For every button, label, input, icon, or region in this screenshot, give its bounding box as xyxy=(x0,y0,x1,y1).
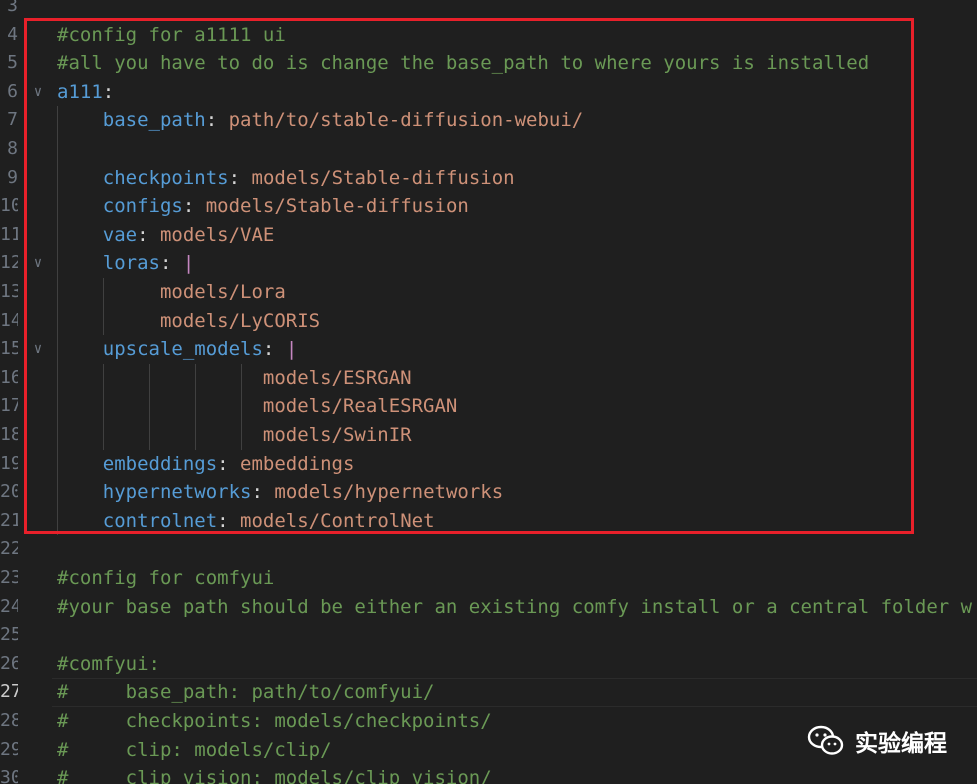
code-token: #your base path should be either an exis… xyxy=(57,595,973,618)
line-number: 12 xyxy=(0,252,18,274)
line-number: 22 xyxy=(0,538,18,560)
line-code: # clip_vision: models/clip_vision/ xyxy=(57,764,492,784)
code-line[interactable]: 27 # base_path: path/to/comfyui/ xyxy=(0,678,977,707)
line-code: #comfyui: xyxy=(57,650,160,679)
code-line[interactable]: 30 # clip_vision: models/clip_vision/ xyxy=(0,764,977,784)
line-code: #config for comfyui xyxy=(57,564,274,593)
line-number: 20 xyxy=(0,481,18,503)
line-number: 8 xyxy=(7,138,18,159)
code-token: # clip_vision: models/clip_vision/ xyxy=(57,767,492,784)
line-number: 24 xyxy=(0,595,18,617)
line-number: 6 xyxy=(7,80,18,102)
line-number: 9 xyxy=(7,166,18,188)
line-number: 23 xyxy=(0,567,18,588)
line-number: 11 xyxy=(0,223,18,245)
line-number: 15 xyxy=(0,338,18,360)
line-number: 30 xyxy=(0,767,18,784)
line-number: 27 xyxy=(0,681,18,703)
code-token: #comfyui: xyxy=(57,652,160,675)
code-token: # clip: models/clip/ xyxy=(57,738,332,761)
line-number: 28 xyxy=(0,710,18,731)
line-number: 17 xyxy=(0,395,18,417)
line-number: 26 xyxy=(0,652,18,674)
line-number: 7 xyxy=(7,109,18,131)
line-code: # clip: models/clip/ xyxy=(57,736,332,765)
line-number: 21 xyxy=(0,509,18,531)
code-line[interactable]: 25 xyxy=(0,621,977,650)
line-number: 29 xyxy=(0,738,18,760)
line-number: 25 xyxy=(0,624,18,646)
code-line[interactable]: 26 #comfyui: xyxy=(0,650,977,679)
line-number: 16 xyxy=(0,366,18,388)
code-token: #config for comfyui xyxy=(57,567,275,589)
line-code: # checkpoints: models/checkpoints/ xyxy=(57,707,492,736)
wechat-icon xyxy=(807,725,844,755)
code-editor[interactable]: 3 4 #config for a1111 ui 5 #all you have to … xyxy=(0,0,977,784)
code-token: # checkpoints: models/checkpoints/ xyxy=(57,710,492,732)
line-number: 19 xyxy=(0,452,18,474)
code-line[interactable]: 23 #config for comfyui xyxy=(0,564,977,593)
line-number: 18 xyxy=(0,424,18,445)
line-code: #your base path should be either an exis… xyxy=(57,593,972,622)
line-number: 5 xyxy=(7,52,18,74)
code-line[interactable]: 22 xyxy=(0,535,977,564)
line-number: 14 xyxy=(0,309,18,331)
line-number: 4 xyxy=(7,23,18,45)
line-number: 3 xyxy=(7,0,18,16)
code-line[interactable]: 24 #your base path should be either an ex… xyxy=(0,593,977,622)
code-token: # base_path: path/to/comfyui/ xyxy=(57,681,435,704)
watermark-text: 实验编程 xyxy=(855,731,947,757)
watermark: 实验编程 xyxy=(807,724,947,758)
line-code: # base_path: path/to/comfyui/ xyxy=(57,678,435,707)
line-number: 13 xyxy=(0,281,18,302)
line-number: 10 xyxy=(0,195,18,217)
highlight-box xyxy=(24,18,914,534)
